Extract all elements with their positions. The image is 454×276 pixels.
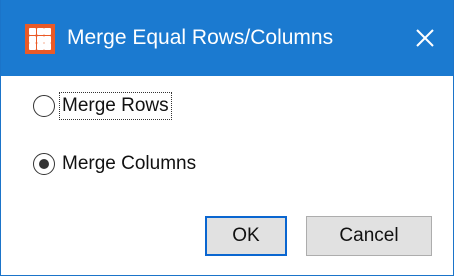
merge-rows-label[interactable]: Merge Rows [59,92,172,120]
close-button[interactable] [397,0,453,76]
radio-selected-dot [38,158,49,169]
window-title: Merge Equal Rows/Columns [67,26,334,49]
cancel-button[interactable]: Cancel [306,216,432,256]
close-icon [416,29,434,47]
merge-columns-option[interactable]: Merge Columns [33,150,197,178]
title-bar[interactable]: Merge Equal Rows/Columns [1,0,453,76]
app-grid-icon [25,24,55,54]
merge-dialog: Merge Equal Rows/Columns Merge Rows Merg… [0,0,454,276]
merge-rows-option[interactable]: Merge Rows [33,92,172,120]
merge-columns-radio[interactable] [33,153,55,175]
merge-columns-label[interactable]: Merge Columns [61,152,197,176]
merge-rows-radio[interactable] [33,95,55,117]
ok-button[interactable]: OK [205,216,287,256]
